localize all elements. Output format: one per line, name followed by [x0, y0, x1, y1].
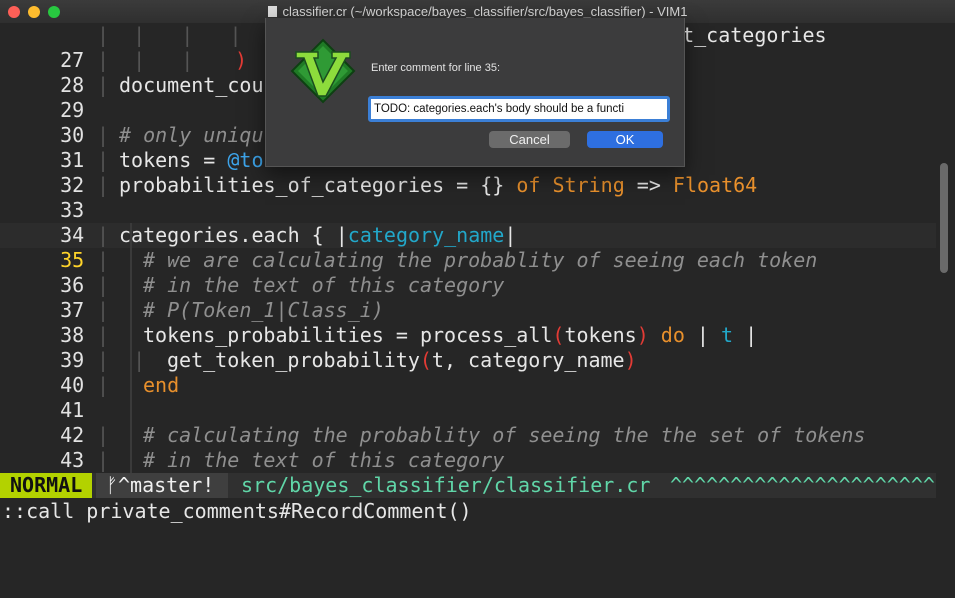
code-text: =>: [624, 173, 673, 197]
code-line: 40 | | get_token_probability(t, category_…: [0, 348, 936, 397]
code-line: 42: [0, 398, 936, 447]
code-text: ): [235, 48, 248, 72]
comment-dialog: Enter comment for line 35: TODO: categor…: [265, 18, 685, 167]
mode-indicator: NORMAL: [0, 473, 93, 498]
code-line: 41 | end: [0, 373, 936, 422]
cancel-button[interactable]: Cancel: [489, 131, 570, 148]
code-line: 38 | # P(Token_1|Class_i): [0, 298, 936, 347]
vertical-scrollbar[interactable]: [936, 23, 955, 473]
dialog-prompt: Enter comment for line 35:: [371, 62, 501, 74]
window-title: classifier.cr (~/workspace/bayes_classif…: [282, 4, 688, 19]
code-text: tokens_probabilities = process_all: [143, 323, 553, 347]
code-text: tokens =: [119, 148, 228, 172]
code-param: t: [721, 323, 734, 347]
code-keyword: of: [516, 173, 541, 197]
code-type: Float64: [672, 173, 758, 197]
code-param: category_name: [347, 223, 505, 247]
code-ivar: @to: [227, 148, 264, 172]
code-text: categories.each { |: [119, 223, 348, 247]
code-line: 39 | tokens_probabilities = process_all(t…: [0, 323, 936, 372]
code-line-current: 35 | categories.each { |category_name|: [0, 223, 936, 272]
command-line[interactable]: ::call private_comments#RecordComment(): [0, 498, 955, 524]
comment-input[interactable]: TODO: categories.each's body should be a…: [368, 96, 670, 122]
vim-statusline: NORMAL ᚠ^master! src/bayes_classifier/cl…: [0, 473, 936, 498]
code-keyword: do: [660, 323, 685, 347]
code-comment: # only uniqu: [119, 123, 264, 147]
code-text: document_cou: [119, 73, 264, 97]
code-text: t, category_name: [431, 348, 625, 372]
code-comment: # in the text of this category: [143, 448, 505, 472]
code-comment: # calculating the probablity of seeing t…: [143, 423, 866, 447]
code-line: 43 | # calculating the probablity of seei…: [0, 423, 936, 472]
code-keyword: end: [143, 373, 180, 397]
statusline-fill: ^^^^^^^^^^^^^^^^^^^^^^: [670, 473, 935, 497]
code-text: |: [504, 223, 517, 247]
code-comment: # P(Token_1|Class_i): [143, 298, 384, 322]
git-branch: ᚠ^master!: [96, 473, 229, 498]
code-line: 37 | # in the text of this category: [0, 273, 936, 322]
code-text: probabilities_of_categories = {}: [119, 173, 517, 197]
code-line: 36 | # we are calculating the probablity …: [0, 248, 936, 297]
document-icon: [267, 6, 277, 17]
code-line: 44 |# in the text of this category: [97, 448, 505, 472]
code-text: tokens: [564, 323, 637, 347]
file-path: src/bayes_classifier/classifier.cr: [241, 473, 651, 497]
code-comment: # in the text of this category: [143, 273, 505, 297]
vim-logo-icon: [290, 38, 356, 104]
code-line: 33 | probabilities_of_categories = {} of …: [0, 173, 936, 222]
code-line: 34: [0, 198, 936, 247]
code-text: get_token_probability: [167, 348, 420, 372]
scrollbar-thumb[interactable]: [940, 163, 948, 273]
code-type: String: [552, 173, 625, 197]
code-comment: # we are calculating the probablity of s…: [143, 248, 818, 272]
ok-button[interactable]: OK: [587, 131, 663, 148]
